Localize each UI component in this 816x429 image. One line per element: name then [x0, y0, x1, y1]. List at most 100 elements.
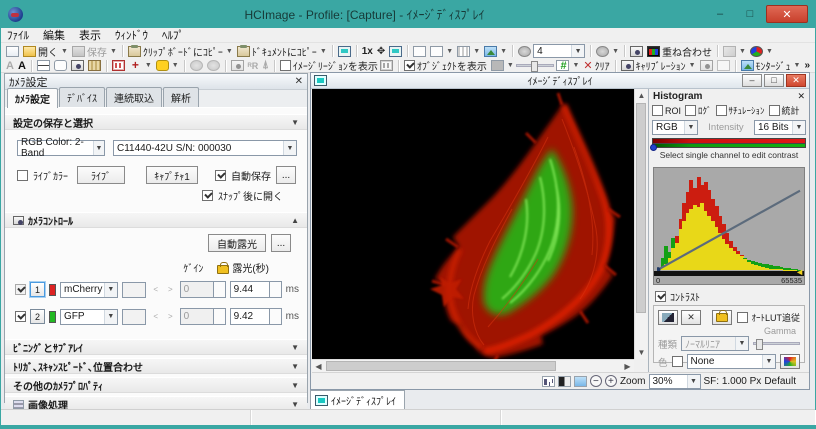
show-objects-box[interactable] [404, 60, 415, 71]
camera-panel-close-icon[interactable]: ✕ [295, 76, 303, 87]
props-disabled-button[interactable] [229, 59, 246, 73]
collapse-caret-icon[interactable]: ▼ [291, 118, 299, 127]
image-window-close-button[interactable]: ✕ [786, 74, 806, 87]
annotation-button[interactable]: ▼ [721, 44, 748, 58]
auto-lut-checkbox[interactable] [737, 312, 748, 323]
bit-depth-combo[interactable]: 16 Bits ▼ [754, 120, 806, 135]
channel2-color-swatch[interactable] [49, 311, 56, 323]
collapse-caret-icon[interactable]: ▼ [291, 362, 299, 371]
crosshair-dropdown[interactable]: ▼ [145, 62, 152, 69]
green-contrast-strip[interactable] [652, 143, 806, 148]
objective-combo-arrow[interactable]: ▼ [571, 45, 584, 57]
scroll-up-icon[interactable]: ▲ [635, 89, 648, 102]
channel-combo-arrow[interactable]: ▼ [684, 121, 697, 134]
pseudocolor-checkbox[interactable] [672, 356, 683, 367]
lasso-dropdown[interactable]: ▼ [172, 62, 179, 69]
pseudocolor-combo[interactable]: None ▼ [687, 354, 776, 369]
contrast-checkbox[interactable] [655, 291, 666, 302]
lut-type-combo-arrow[interactable]: ▼ [735, 337, 748, 350]
scroll-down-icon[interactable]: ▼ [635, 346, 648, 359]
minimize-button[interactable]: – [706, 5, 734, 23]
saturation-checkbox[interactable] [716, 105, 727, 116]
image-display-button[interactable] [336, 44, 353, 58]
zoom-1x-button[interactable]: 1x [360, 44, 375, 58]
channel2-left-arrow[interactable]: < [150, 312, 161, 321]
snapshot-view-dropdown[interactable]: ▼ [500, 48, 507, 55]
show-objects-checkbox[interactable]: ｵﾌﾞｼﾞｪｸﾄを表示 [402, 59, 489, 73]
menu-file[interactable]: ﾌｧｲﾙ [7, 27, 29, 43]
tab-sequence[interactable]: 連続取込 [106, 87, 162, 107]
histogram-chart[interactable]: ◄ 0 65535 [653, 167, 805, 285]
statusbar-contrast-icon[interactable] [558, 376, 571, 387]
tab-camera-settings[interactable]: ｶﾒﾗ設定 [7, 88, 58, 108]
histogram-close-icon[interactable]: ✕ [797, 91, 805, 102]
channel2-enable-checkbox[interactable] [15, 311, 26, 322]
copy-to-clipboard-button[interactable]: ｸﾘｯﾌﾟﾎﾞｰﾄﾞにｺﾋﾟｰ ▼ [126, 44, 235, 58]
menu-view[interactable]: 表示 [79, 27, 101, 43]
clear-button[interactable]: ✕ ｸﾘｱ [581, 59, 611, 73]
count-objects-button[interactable]: ▼ [554, 59, 581, 73]
color-wheel-dropdown[interactable]: ▼ [766, 48, 773, 55]
camera-combo[interactable]: C11440-42U S/N: 000030 ▼ [113, 140, 297, 156]
calib-grid-button[interactable] [715, 59, 732, 73]
show-image-region-checkbox[interactable]: ｲﾒｰｼﾞﾘｰｼﾞｮﾝを表示 [278, 59, 395, 73]
display-range2-button[interactable]: ▼ [428, 44, 455, 58]
montage-dropdown[interactable]: ▼ [794, 62, 801, 69]
shape-properties-button[interactable] [69, 59, 86, 73]
object-color-dropdown[interactable]: ▼ [507, 62, 514, 69]
lut-edit-button[interactable] [658, 310, 678, 325]
channel1-color-swatch[interactable] [49, 284, 56, 296]
close-button[interactable]: ✕ [766, 5, 808, 23]
color-wheel-button[interactable]: ▼ [748, 44, 775, 58]
montage-button[interactable]: ﾓﾝﾀｰｼﾞｭ ▼ [739, 59, 803, 73]
save-dropdown-arrow[interactable]: ▼ [110, 48, 117, 55]
overlay-button[interactable]: 重ね合わせ [645, 44, 714, 58]
channel1-dye-combo[interactable]: mCherry ▼ [60, 282, 118, 298]
copy-clipboard-dropdown-arrow[interactable]: ▼ [226, 48, 233, 55]
menu-edit[interactable]: 編集 [43, 27, 65, 43]
open-button[interactable]: 開く ▼ [21, 44, 70, 58]
gamma-knob[interactable] [756, 339, 763, 350]
section-camera-control-header[interactable]: ｶﾒﾗｺﾝﾄﾛｰﾙ ▲ [5, 212, 307, 228]
line-tool-button[interactable] [35, 59, 52, 73]
grid-overlay-dropdown[interactable]: ▼ [473, 48, 480, 55]
display-range2-dropdown[interactable]: ▼ [446, 48, 453, 55]
lut-type-combo[interactable]: ﾉｰﾏﾙﾘﾆｱ ▼ [681, 336, 749, 351]
channel2-gain-spinner[interactable]: 0 [180, 308, 226, 325]
collapse-caret-icon[interactable]: ▲ [291, 216, 299, 225]
collapse-caret-icon[interactable]: ▼ [291, 400, 299, 409]
tab-device[interactable]: ﾃﾞﾊﾞｲｽ [59, 87, 105, 107]
color-mode-combo[interactable]: RGB Color: 2-Band ▼ [17, 140, 105, 156]
fit-to-window-button[interactable] [387, 44, 404, 58]
bit-depth-combo-arrow[interactable]: ▼ [792, 121, 805, 134]
live-color-checkbox[interactable] [17, 170, 28, 181]
hscroll-thumb[interactable] [326, 361, 556, 371]
section-trigger-header[interactable]: ﾄﾘｶﾞ､ｽｷｬﾝｽﾋﾟｰﾄﾞ､位置合わせ ▼ [5, 358, 307, 374]
contrast-strips[interactable] [652, 138, 806, 148]
roi-checkbox[interactable] [652, 105, 663, 116]
autosave-checkbox[interactable] [215, 170, 226, 181]
image-window-restore-button[interactable]: □ [764, 74, 784, 87]
horizontal-scrollbar[interactable]: ◀ ▶ [312, 359, 634, 372]
collapse-caret-icon[interactable]: ▼ [291, 381, 299, 390]
grid-overlay-button[interactable]: ▼ [455, 44, 482, 58]
pseudocolor-combo-arrow[interactable]: ▼ [762, 355, 775, 368]
pseudocolor-edit-button[interactable] [780, 354, 800, 369]
vscroll-thumb[interactable] [636, 103, 646, 313]
channel1-left-arrow[interactable]: < [150, 285, 161, 294]
statusbar-image-icon[interactable] [574, 376, 587, 387]
image-viewport[interactable] [312, 89, 634, 359]
gamma-slider[interactable] [753, 342, 800, 345]
channel2-index-button[interactable]: 2 [30, 309, 45, 324]
maximize-button[interactable]: □ [736, 5, 764, 23]
channel1-right-arrow[interactable]: > [165, 285, 176, 294]
new-document-button[interactable] [4, 44, 21, 58]
zoom-combo-arrow[interactable]: ▼ [687, 375, 700, 388]
landmark-disabled-button[interactable]: ⍋ [260, 59, 271, 73]
text-tool-disabled-button[interactable]: A [4, 59, 16, 73]
open-dropdown-arrow[interactable]: ▼ [61, 48, 68, 55]
pan-button[interactable]: ✥ [375, 44, 387, 58]
channel1-dye-combo-arrow[interactable]: ▼ [104, 283, 117, 297]
save-button[interactable]: 保存 ▼ [70, 44, 119, 58]
rect-tool-button[interactable] [52, 59, 69, 73]
